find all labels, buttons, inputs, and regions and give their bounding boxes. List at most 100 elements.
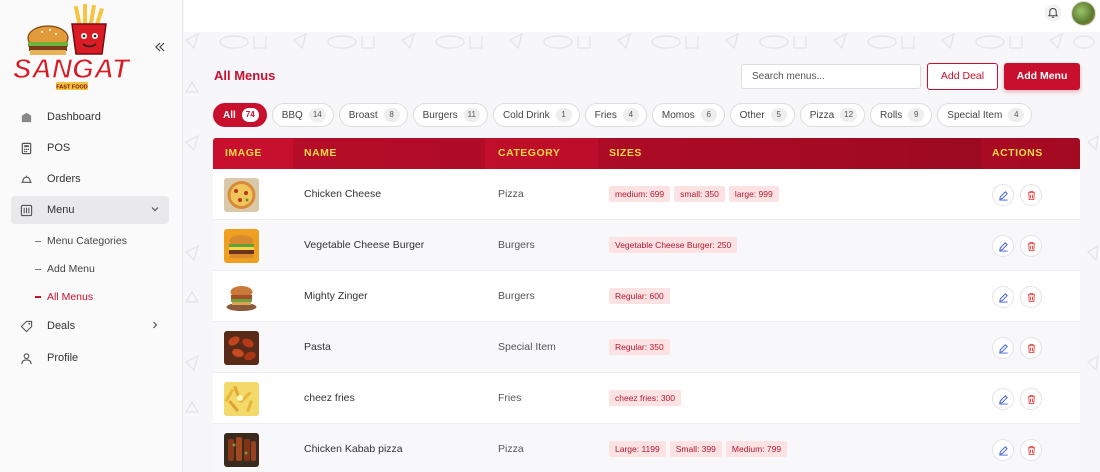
trash-icon	[1027, 343, 1035, 353]
filter-chip-all[interactable]: All 74	[213, 103, 267, 127]
edit-button[interactable]	[992, 388, 1014, 410]
sidebar-item-pos[interactable]: POS	[11, 134, 169, 162]
table-row: Mighty Zinger Burgers Regular: 600	[213, 271, 1080, 322]
edit-button[interactable]	[992, 184, 1014, 206]
filter-count: 11	[463, 108, 480, 122]
menu-item-sizes: cheez fries: 300	[609, 390, 682, 406]
edit-button[interactable]	[992, 337, 1014, 359]
trash-icon	[1027, 190, 1035, 200]
filter-count: 8	[383, 108, 400, 122]
filter-chip-rolls[interactable]: Rolls 9	[870, 103, 933, 127]
edit-button[interactable]	[992, 439, 1014, 461]
filter-label: All	[223, 109, 236, 121]
menu-item-name: Chicken Cheese	[304, 188, 382, 200]
filter-chip-cold-drink[interactable]: Cold Drink 1	[492, 103, 580, 127]
orders-icon	[19, 172, 33, 186]
size-tag: large: 999	[728, 186, 779, 202]
sidebar-item-label: Menu	[47, 204, 75, 216]
add-deal-button[interactable]: Add Deal	[927, 63, 998, 90]
table-row: Chicken Kabab pizza Pizza Large: 1199 Sm…	[213, 424, 1080, 472]
filter-chip-fries[interactable]: Fries 4	[584, 103, 647, 127]
delete-button[interactable]	[1020, 337, 1042, 359]
sangat-logo: SANGAT FAST FOOD	[12, 4, 130, 91]
menu-item-sizes: Vegetable Cheese Burger: 250	[609, 237, 738, 253]
notification-bell-icon[interactable]	[1044, 4, 1062, 22]
collapse-sidebar-icon[interactable]	[152, 40, 168, 56]
menu-item-image	[224, 229, 259, 263]
sidebar-item-label: POS	[47, 142, 71, 154]
filter-label: Special Item	[947, 109, 1003, 121]
menu-item-category: Special Item	[498, 341, 556, 353]
filter-count: 4	[622, 108, 639, 122]
delete-button[interactable]	[1020, 235, 1042, 257]
table-row: Vegetable Cheese Burger Burgers Vegetabl…	[213, 220, 1080, 271]
user-avatar[interactable]	[1071, 1, 1096, 26]
menu-item-image	[224, 331, 259, 365]
search-input[interactable]	[741, 64, 921, 89]
trash-icon	[1027, 445, 1035, 455]
size-tag: cheez fries: 300	[609, 390, 682, 406]
filter-chip-special-item[interactable]: Special Item 4	[937, 103, 1033, 127]
delete-button[interactable]	[1020, 439, 1042, 461]
filter-count: 14	[308, 108, 326, 122]
submenu-item-all-menus[interactable]: All Menus	[35, 291, 93, 303]
add-menu-button[interactable]: Add Menu	[1004, 63, 1080, 90]
filter-count: 1	[555, 108, 572, 122]
deals-icon	[19, 319, 33, 333]
sidebar-item-dashboard[interactable]: Dashboard	[11, 103, 169, 131]
pencil-icon	[998, 394, 1008, 405]
sidebar-item-orders[interactable]: Orders	[11, 165, 169, 193]
column-header-category: CATEGORY	[498, 147, 561, 159]
category-filters: All 74 BBQ 14 Broast 8 Burgers 11 Cold Drink…	[213, 103, 1033, 127]
filter-count: 5	[770, 108, 787, 122]
filter-count: 4	[1008, 108, 1025, 122]
menu-item-name: Pasta	[304, 341, 331, 353]
size-tag: Regular: 350	[609, 339, 670, 355]
delete-button[interactable]	[1020, 184, 1042, 206]
submenu-item-menu-categories[interactable]: Menu Categories	[35, 235, 127, 247]
edit-button[interactable]	[992, 286, 1014, 308]
trash-icon	[1027, 394, 1035, 404]
column-header-actions: ACTIONS	[992, 147, 1043, 159]
table-header: IMAGE NAME CATEGORY SIZES ACTIONS	[213, 138, 1080, 169]
filter-label: Momos	[661, 109, 695, 121]
sidebar-item-label: Orders	[47, 173, 81, 185]
chevron-right-icon	[153, 321, 158, 329]
filter-chip-broast[interactable]: Broast 8	[338, 103, 408, 127]
filter-count: 6	[700, 108, 717, 122]
filter-chip-burgers[interactable]: Burgers 11	[412, 103, 488, 127]
pencil-icon	[998, 190, 1008, 201]
menu-item-category: Pizza	[498, 188, 524, 200]
menu-item-image	[224, 433, 259, 467]
table-row: Chicken Cheese Pizza medium: 699 small: …	[213, 169, 1080, 220]
filter-label: Rolls	[880, 109, 903, 121]
size-tag: medium: 699	[609, 186, 671, 202]
filter-count: 9	[908, 108, 925, 122]
column-header-name: NAME	[304, 147, 337, 159]
filter-chip-pizza[interactable]: Pizza 12	[799, 103, 866, 127]
size-tag: Small: 399	[669, 441, 722, 457]
submenu-item-label: Add Menu	[47, 263, 95, 275]
submenu-item-add-menu[interactable]: Add Menu	[35, 263, 95, 275]
menu-icon	[19, 203, 33, 217]
edit-button[interactable]	[992, 235, 1014, 257]
sidebar-item-deals[interactable]: Deals	[11, 312, 169, 340]
sidebar-item-menu[interactable]: Menu	[11, 196, 169, 224]
filter-label: Cold Drink	[502, 109, 550, 121]
filter-label: Other	[739, 109, 765, 121]
filter-chip-bbq[interactable]: BBQ 14	[271, 103, 334, 127]
menu-item-category: Fries	[498, 392, 522, 404]
sidebar-item-profile[interactable]: Profile	[11, 344, 169, 372]
menu-item-sizes: Regular: 350	[609, 339, 670, 355]
submenu-item-label: All Menus	[47, 291, 94, 303]
filter-chip-momos[interactable]: Momos 6	[651, 103, 725, 127]
filter-chip-other[interactable]: Other 5	[729, 103, 795, 127]
menu-item-name: Mighty Zinger	[304, 290, 368, 302]
delete-button[interactable]	[1020, 388, 1042, 410]
delete-button[interactable]	[1020, 286, 1042, 308]
menu-item-category: Pizza	[498, 443, 524, 455]
chevron-down-icon	[151, 207, 159, 212]
pencil-icon	[998, 292, 1008, 303]
menu-item-sizes: Regular: 600	[609, 288, 670, 304]
filter-label: Fries	[594, 109, 617, 121]
